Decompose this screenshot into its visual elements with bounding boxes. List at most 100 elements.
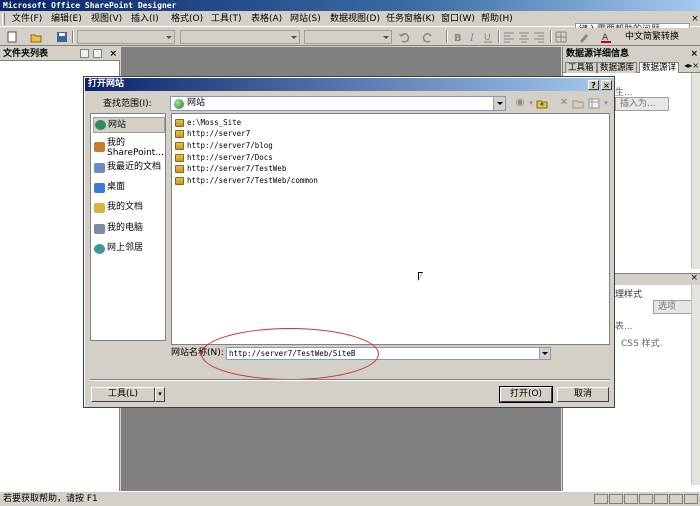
tools-dropdown-icon[interactable]: ▾ (155, 387, 165, 402)
chevron-down-icon[interactable] (493, 97, 505, 110)
menu-format[interactable]: 格式(O) (171, 13, 203, 25)
list-item[interactable]: e:\Moss_Site (175, 117, 241, 128)
italic-icon[interactable]: I (467, 31, 479, 43)
list-item[interactable]: http://server7/TestWeb (175, 163, 286, 174)
chevron-down-icon[interactable] (539, 348, 550, 359)
bold-icon[interactable]: B (452, 31, 464, 43)
place-label: 我最近的文档 (107, 162, 162, 172)
styles-table-text: 表... (615, 322, 633, 332)
task-pane-close-icon[interactable]: × (690, 47, 698, 61)
new-folder-icon[interactable] (572, 98, 584, 109)
save-icon[interactable] (56, 31, 68, 43)
place-desktop[interactable]: 桌面 (93, 182, 165, 194)
list-item[interactable]: http://server7/blog (175, 140, 273, 151)
options-button[interactable]: 选项 (653, 300, 695, 314)
css-styles-text: CSS 样式. (621, 339, 663, 349)
pane-close-icon[interactable]: × (109, 47, 117, 61)
place-recent-documents[interactable]: 我最近的文档 (93, 162, 165, 174)
network-places-icon (94, 244, 105, 254)
open-button[interactable]: 打开(O) (499, 386, 553, 403)
status-bar: 若要获取帮助，请按 F1 (0, 491, 700, 506)
list-item[interactable]: http://server7/Docs (175, 152, 273, 163)
borders-icon[interactable] (555, 31, 567, 43)
menu-grip[interactable] (2, 13, 5, 25)
undo-icon[interactable] (398, 31, 410, 43)
menu-file[interactable]: 文件(F) (12, 13, 42, 25)
menu-insert[interactable]: 插入(I) (131, 13, 159, 25)
tab-data-source-library[interactable]: 数据源库 (597, 62, 638, 73)
manage-styles-label: 理样式 (615, 290, 643, 300)
file-name: http://server7/TestWeb (187, 164, 287, 173)
tab-toolbox[interactable]: 工具箱 (565, 62, 597, 73)
delete-icon[interactable]: ✕ (558, 98, 570, 109)
web-folder-icon (175, 165, 184, 173)
file-name: http://server7/Docs (187, 153, 273, 162)
menu-task-pane[interactable]: 任务窗格(K) (386, 13, 435, 25)
file-name: http://server7 (187, 129, 251, 138)
menu-site[interactable]: 网站(S) (290, 13, 321, 25)
web-folder-icon (175, 177, 184, 185)
insert-as-button[interactable]: 插入为... (615, 97, 669, 111)
task-pane-scrollbar[interactable] (691, 73, 700, 269)
task-pane-tabs: 工具箱 数据源库 数据源详 ◂▸× (563, 61, 700, 73)
folder-list-title: 文件夹列表 (3, 49, 49, 59)
align-right-icon[interactable] (533, 31, 545, 43)
svg-text:I: I (469, 33, 475, 43)
lookin-select[interactable]: 网站 (170, 96, 506, 111)
new-page-icon[interactable] (6, 31, 18, 43)
dialog-help-icon[interactable]: ? (588, 80, 599, 90)
highlight-icon[interactable] (578, 31, 590, 43)
font-combo[interactable] (180, 30, 300, 44)
pane-maximize-icon[interactable] (93, 49, 102, 58)
font-size-combo[interactable] (304, 30, 392, 44)
menu-table[interactable]: 表格(A) (251, 13, 282, 25)
list-item[interactable]: http://server7 (175, 128, 250, 139)
highlight-ellipse (201, 328, 379, 380)
font-color-icon[interactable]: A (600, 31, 612, 43)
menu-data-view[interactable]: 数据视图(D) (330, 13, 380, 25)
open-folder-icon[interactable] (30, 31, 42, 43)
place-my-documents[interactable]: 我的文档 (93, 202, 165, 214)
cancel-button[interactable]: 取消 (557, 387, 609, 402)
place-label: 我的 SharePoint... (107, 138, 164, 158)
svg-text:B: B (454, 33, 462, 43)
site-file-list[interactable]: e:\Moss_Site http://server7 http://serve… (171, 113, 610, 345)
menu-help[interactable]: 帮助(H) (481, 13, 513, 25)
redo-icon[interactable] (422, 31, 434, 43)
place-my-sharepoint[interactable]: 我的 SharePoint... (93, 138, 165, 158)
doc-close-icon[interactable]: × (690, 13, 700, 25)
align-left-icon[interactable] (503, 31, 515, 43)
place-websites[interactable]: 网站 (93, 117, 165, 133)
styles-pane-scrollbar[interactable] (691, 285, 700, 485)
up-folder-icon[interactable] (536, 98, 548, 109)
align-center-icon[interactable] (518, 31, 530, 43)
folder-list-header: 文件夹列表 × (0, 47, 120, 61)
task-pane-title: 数据源详细信息 (566, 49, 630, 59)
lookin-value: 网站 (187, 98, 206, 108)
web-folder-icon (175, 130, 184, 138)
status-cell (594, 494, 608, 504)
toolbar-separator (72, 31, 74, 43)
place-label: 网站 (108, 120, 127, 130)
underline-icon[interactable]: U (482, 31, 494, 43)
place-network[interactable]: 网上邻居 (93, 243, 165, 255)
tabs-scroll-icon[interactable]: ◂▸× (684, 61, 699, 70)
tools-button[interactable]: 工具(L) (91, 387, 155, 402)
menu-tools[interactable]: 工具(T) (211, 13, 242, 25)
dialog-close-icon[interactable]: × (601, 80, 612, 90)
menu-window[interactable]: 窗口(W) (441, 13, 475, 25)
pane-restore-icon[interactable] (80, 49, 89, 58)
menu-view[interactable]: 视图(V) (91, 13, 122, 25)
convert-chinese-button[interactable]: 中文简繁转换 (625, 31, 679, 43)
menu-edit[interactable]: 编辑(E) (51, 13, 82, 25)
place-my-computer[interactable]: 我的电脑 (93, 223, 165, 235)
styles-pane-close-icon[interactable]: × (690, 273, 698, 283)
views-dropdown-icon[interactable]: ▾ (600, 98, 612, 109)
place-label: 桌面 (107, 182, 126, 192)
views-icon[interactable] (588, 98, 600, 109)
style-combo[interactable] (77, 30, 175, 44)
status-cells (593, 494, 698, 506)
list-item[interactable]: http://server7/TestWeb/common (175, 175, 318, 186)
tab-data-source-details[interactable]: 数据源详 (639, 62, 680, 73)
sharepoint-sites-icon (94, 142, 105, 152)
